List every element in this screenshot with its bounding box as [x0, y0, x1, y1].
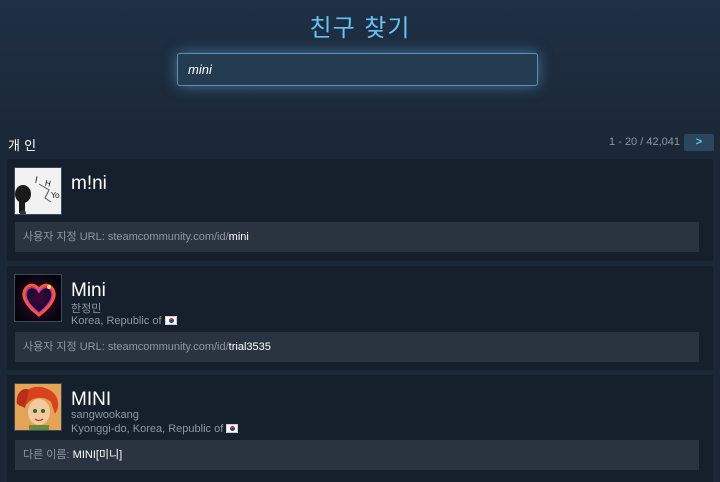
custom-url: 사용자 지정 URL: steamcommunity.com/id/mini — [15, 222, 699, 252]
results-bar: 개 인 1 - 20 / 42,041 > — [8, 134, 714, 154]
real-name: 한정민 — [71, 303, 102, 315]
section-label: 개 인 — [8, 139, 37, 154]
persona-name[interactable]: MINI — [71, 389, 111, 411]
search-result[interactable]: Mini 한정민 Korea, Republic of 사용자 지정 URL: … — [7, 266, 713, 370]
persona-name[interactable]: Mini — [71, 280, 106, 302]
location-text: Kyonggi-do, Korea, Republic of — [71, 423, 224, 435]
persona-name[interactable]: m!ni — [71, 173, 107, 195]
custom-url: 사용자 지정 URL: steamcommunity.com/id/trial3… — [15, 332, 699, 362]
page-title: 친구 찾기 — [309, 14, 411, 42]
avatar[interactable] — [14, 274, 62, 322]
paging-info: 1 - 20 / 42,041 — [609, 136, 680, 148]
custom-url-label: 사용자 지정 URL: steamcommunity.com/id/ — [23, 341, 229, 353]
alias-info: 다른 이름: MINI[미니] — [15, 440, 699, 470]
location: Kyonggi-do, Korea, Republic of — [71, 423, 239, 435]
heart-avatar-icon — [15, 275, 61, 321]
korea-flag-icon — [164, 316, 177, 325]
svg-text:Yo: Yo — [50, 191, 60, 200]
avatar[interactable]: I H Yo — [14, 167, 62, 215]
custom-url-label: 사용자 지정 URL: steamcommunity.com/id/ — [23, 231, 229, 243]
avatar-image-icon: I H Yo — [15, 168, 61, 214]
search-box[interactable] — [177, 53, 538, 86]
real-name: sangwookang — [71, 409, 139, 421]
location-text: Korea, Republic of — [71, 315, 162, 327]
search-result[interactable]: I H Yo m!ni 사용자 지정 URL: steamcommunity.c… — [7, 159, 713, 261]
custom-url-id: mini — [228, 231, 249, 243]
avatar[interactable] — [14, 383, 62, 431]
korea-flag-icon — [226, 424, 239, 433]
custom-url-id: trial3535 — [228, 341, 271, 353]
location: Korea, Republic of — [71, 315, 177, 327]
character-avatar-icon — [15, 384, 61, 430]
search-input[interactable] — [178, 54, 537, 85]
alias-label: 다른 이름: — [23, 449, 73, 461]
alias-value: MINI[미니] — [72, 449, 123, 461]
search-result[interactable]: MINI sangwookang Kyonggi-do, Korea, Repu… — [7, 375, 713, 482]
next-page-button[interactable]: > — [684, 134, 714, 151]
